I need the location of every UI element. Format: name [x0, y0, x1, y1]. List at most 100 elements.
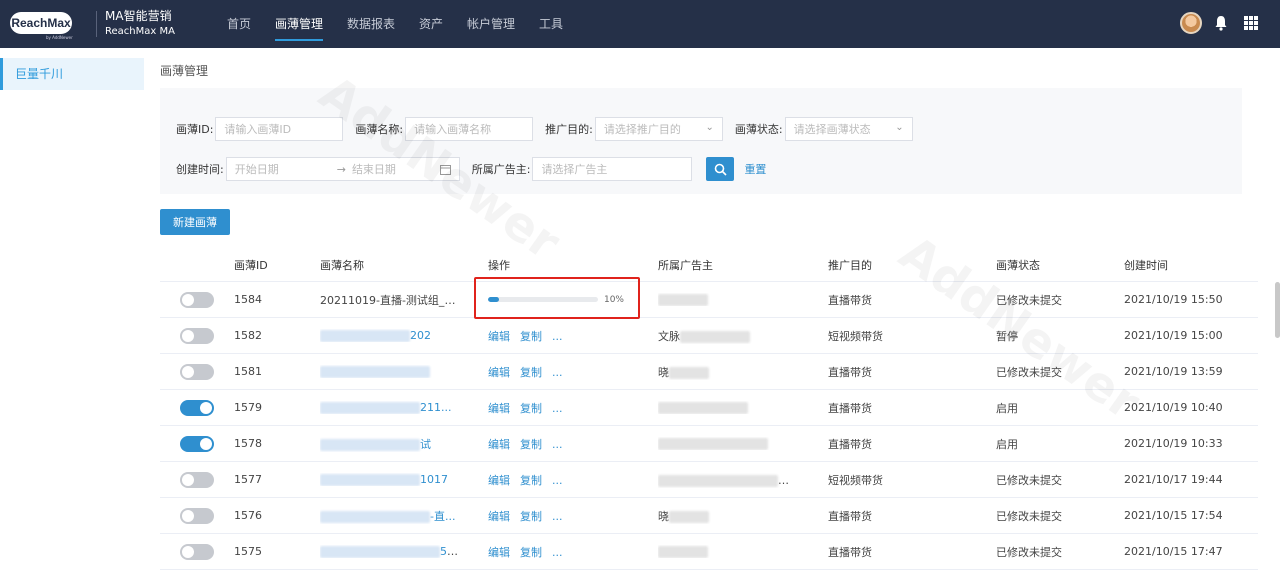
row-name[interactable]: 202 — [320, 329, 460, 342]
row-id: 1576 — [234, 509, 262, 522]
status-toggle-cell — [180, 471, 214, 488]
edit-link[interactable]: 编辑 — [488, 438, 510, 451]
row-name[interactable]: -直... — [320, 508, 460, 524]
status-toggle[interactable] — [180, 363, 214, 380]
status-toggle[interactable] — [180, 399, 214, 416]
edit-link[interactable]: 编辑 — [488, 402, 510, 415]
row-name[interactable]: 1017 — [320, 473, 460, 486]
reachmax-logo[interactable]: ReachMax by AddNewer — [10, 8, 82, 40]
nav-home[interactable]: 首页 — [227, 0, 251, 48]
table-row: 1577 1017 编辑复制... 文) ... 短视频带货 已修改未提交 2021/10/… — [160, 462, 1258, 498]
calendar-icon — [439, 165, 451, 175]
status-toggle[interactable] — [180, 327, 214, 344]
row-name[interactable]: 575 — [320, 545, 460, 558]
copy-link[interactable]: 复制 — [520, 438, 542, 451]
nav-assets[interactable]: 资产 — [419, 0, 443, 48]
brand-title: MA智能营销 — [105, 9, 172, 23]
goal-select[interactable]: 请选择推广目的 ⌄ — [594, 117, 723, 141]
row-name-text: 试 — [420, 437, 431, 451]
status-toggle[interactable] — [180, 543, 214, 560]
scrollbar-thumb[interactable] — [1275, 282, 1280, 338]
copy-link[interactable]: 复制 — [520, 402, 542, 415]
row-goal: 直播带货 — [828, 401, 872, 415]
copy-link[interactable]: 复制 — [520, 510, 542, 523]
status-toggle[interactable] — [180, 507, 214, 524]
status-toggle[interactable] — [180, 291, 214, 308]
row-name-text: 1017 — [420, 473, 448, 486]
redacted-name — [320, 402, 420, 414]
avatar[interactable] — [1180, 12, 1202, 34]
more-link[interactable]: ... — [552, 366, 563, 379]
chevron-down-icon: ⌄ — [895, 122, 904, 133]
row-created: 2021/10/19 10:33 — [1124, 437, 1223, 450]
row-created: 2021/10/19 15:00 — [1124, 329, 1223, 342]
apps-grid-icon[interactable] — [1244, 16, 1258, 30]
search-icon — [714, 163, 727, 176]
sidebar: 巨量千川 — [0, 48, 144, 578]
filter-row-2: 创建时间: 开始日期 → 结束日期 所属广告主: 请选择广告主 重置 — [176, 157, 766, 181]
row-id: 1577 — [234, 473, 262, 486]
copy-link[interactable]: 复制 — [520, 330, 542, 343]
edit-link[interactable]: 编辑 — [488, 366, 510, 379]
more-link[interactable]: ... — [552, 438, 563, 451]
status-toggle[interactable] — [180, 471, 214, 488]
row-goal: 短视频带货 — [828, 473, 883, 487]
name-input[interactable]: 请输入画薄名称 — [405, 117, 534, 141]
nav-canvas-management[interactable]: 画薄管理 — [274, 0, 323, 48]
advertiser-select[interactable]: 请选择广告主 — [532, 157, 693, 181]
row-goal: 直播带货 — [828, 365, 872, 379]
edit-link[interactable]: 编辑 — [488, 474, 510, 487]
id-input[interactable]: 请输入画薄ID — [215, 117, 344, 141]
status-select[interactable]: 请选择画薄状态 ⌄ — [784, 117, 913, 141]
redacted-advertiser — [658, 474, 778, 487]
date-range-picker[interactable]: 开始日期 → 结束日期 — [225, 157, 460, 181]
redacted-advertiser — [658, 546, 708, 558]
row-goal: 直播带货 — [828, 293, 872, 307]
nav-account-management[interactable]: 帐户管理 — [467, 0, 515, 48]
logo-subtext: by AddNewer — [46, 35, 73, 40]
search-button[interactable] — [706, 157, 735, 181]
more-link[interactable]: ... — [552, 474, 563, 487]
more-link[interactable]: ... — [552, 402, 563, 415]
table-body: 1584 20211019-直播-测试组_1... 10% 直播带货 已修改未提交 202… — [160, 282, 1258, 570]
row-name-text: 20211019-直播-测试组_1... — [320, 293, 460, 307]
edit-link[interactable]: 编辑 — [488, 546, 510, 559]
goal-label: 推广目的: — [545, 123, 593, 136]
row-status: 启用 — [996, 401, 1018, 415]
copy-link[interactable]: 复制 — [520, 366, 542, 379]
sidebar-item-qianchuan[interactable]: 巨量千川 — [0, 58, 144, 90]
row-advertiser — [658, 545, 798, 558]
row-status: 已修改未提交 — [996, 509, 1062, 523]
reset-button[interactable]: 重置 — [744, 161, 766, 177]
table-header: 画薄ID 画薄名称 操作 所属广告主 推广目的 画薄状态 创建时间 — [160, 248, 1258, 282]
copy-link[interactable]: 复制 — [520, 546, 542, 559]
main-nav: 首页 画薄管理 数据报表 资产 帐户管理 工具 — [227, 0, 587, 48]
status-placeholder: 请选择画薄状态 — [793, 123, 871, 136]
more-link[interactable]: ... — [552, 510, 563, 523]
more-link[interactable]: ... — [552, 330, 563, 343]
row-operations: 编辑 复制... — [488, 364, 563, 380]
nav-reports[interactable]: 数据报表 — [347, 0, 395, 48]
row-name[interactable]: 20211019-直播-测试组_1... — [320, 292, 460, 308]
row-name[interactable]: 试 — [320, 436, 460, 452]
row-name[interactable] — [320, 365, 460, 378]
status-toggle[interactable] — [180, 435, 214, 452]
status-toggle-cell — [180, 291, 214, 308]
bell-icon[interactable] — [1214, 15, 1228, 31]
table-row: 1576 -直... 编辑 复制... 晓 直播带货 已修改未提交 2021/10/15 17… — [160, 498, 1258, 534]
row-operations: 编辑 复制... — [488, 328, 563, 344]
row-name[interactable]: 211... — [320, 401, 460, 414]
new-canvas-button[interactable]: 新建画薄 — [160, 209, 230, 235]
created-label: 创建时间: — [176, 163, 224, 176]
row-operations: 编辑 复制... — [488, 472, 563, 488]
row-advertiser-text: 晓 — [658, 509, 669, 523]
col-name: 画薄名称 — [320, 258, 364, 272]
redacted-advertiser — [658, 438, 768, 450]
nav-tools[interactable]: 工具 — [539, 0, 563, 48]
edit-link[interactable]: 编辑 — [488, 510, 510, 523]
brand: MA智能营销 ReachMax MA — [105, 9, 175, 39]
copy-link[interactable]: 复制 — [520, 474, 542, 487]
more-link[interactable]: ... — [552, 546, 563, 559]
edit-link[interactable]: 编辑 — [488, 330, 510, 343]
row-operations: 编辑 复制... — [488, 400, 563, 416]
